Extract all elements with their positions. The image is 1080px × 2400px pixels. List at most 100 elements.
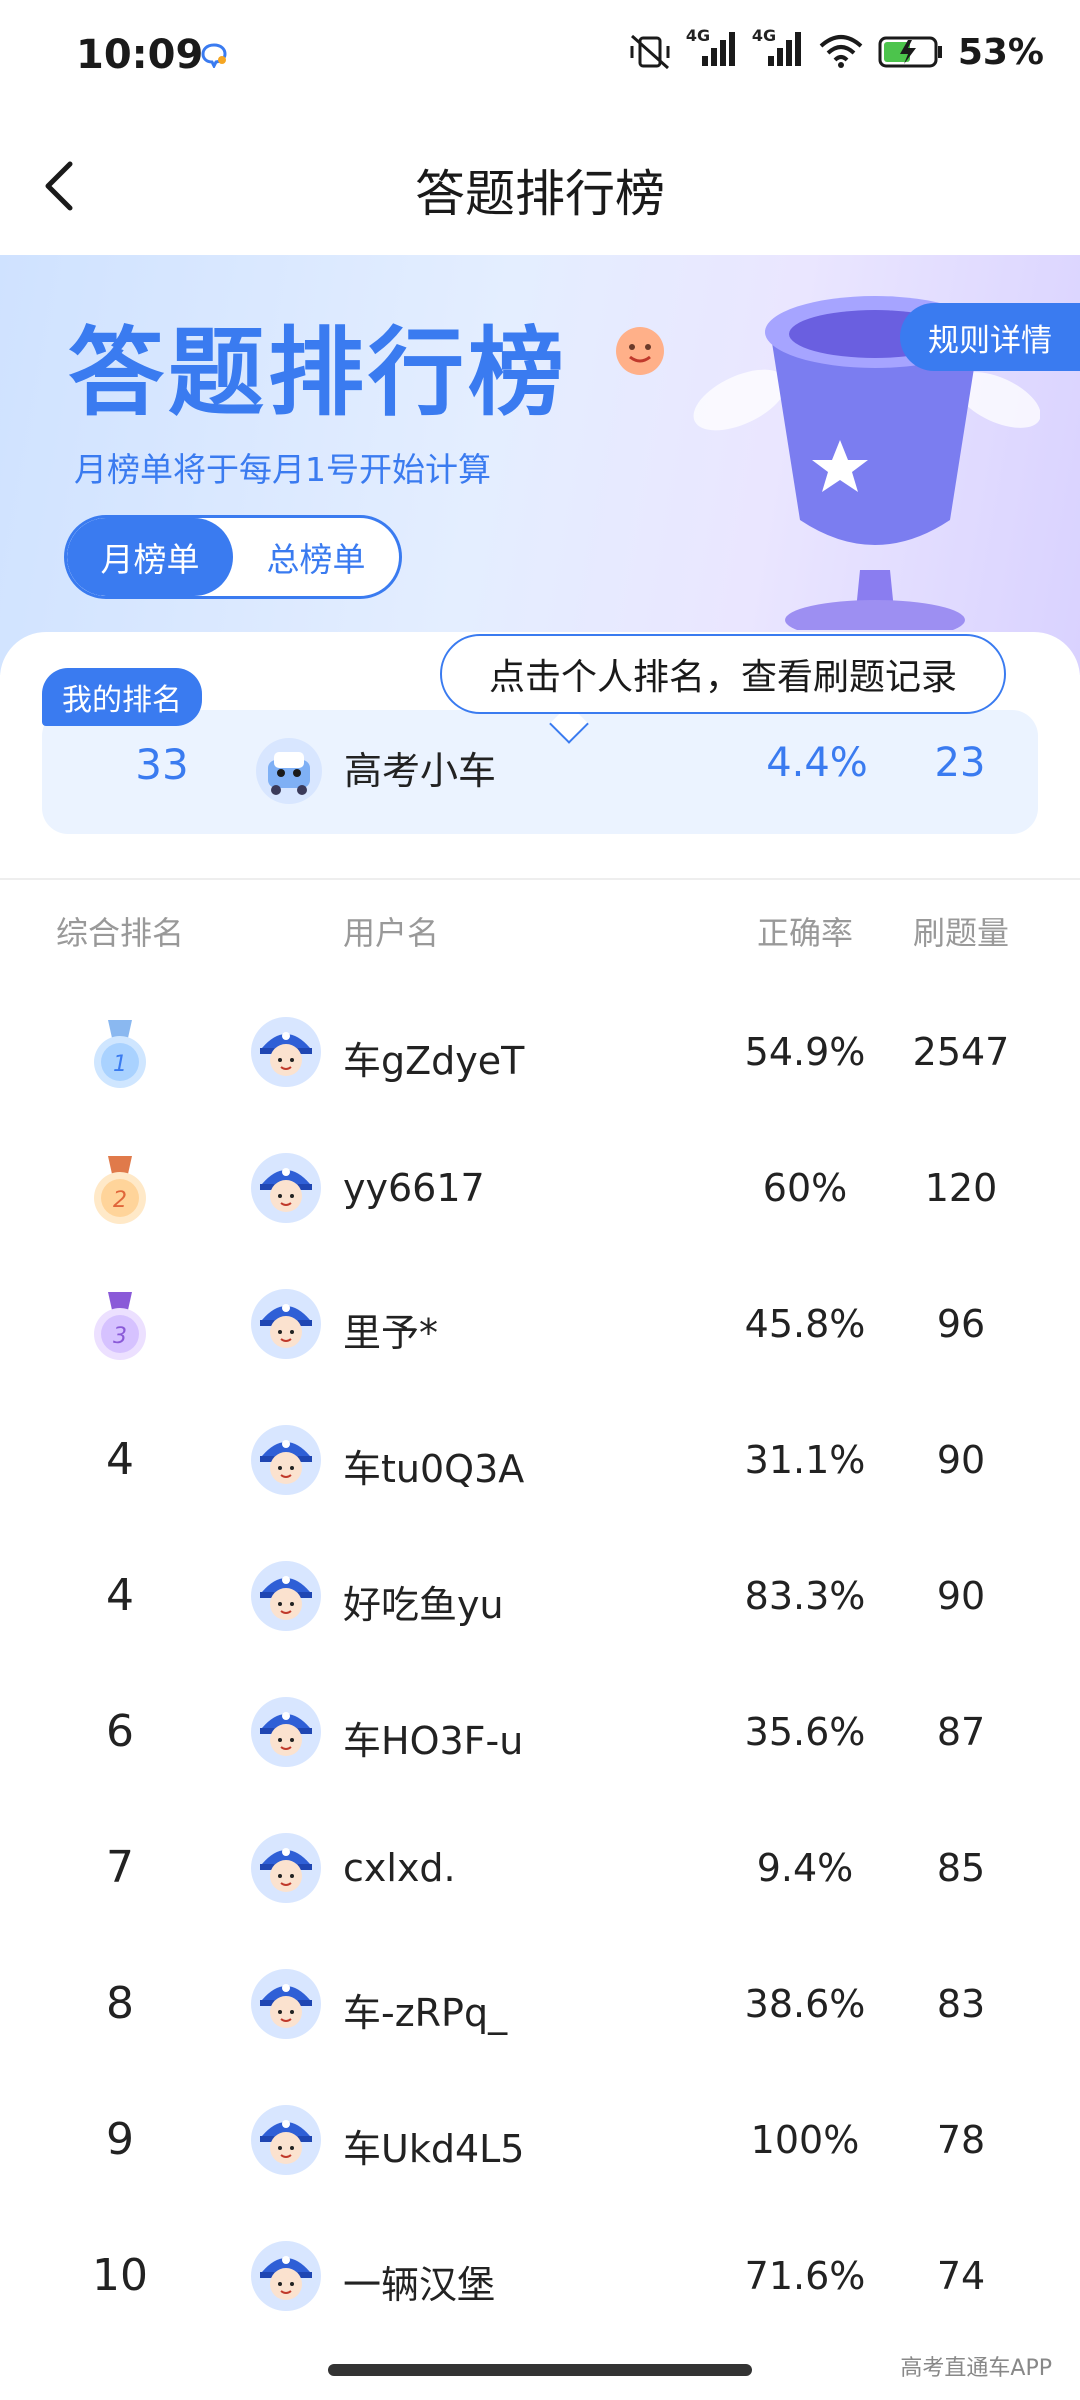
user-avatar-icon [251,1561,321,1631]
emoji-face-icon [616,327,664,375]
question-count: 83 [936,1982,986,2026]
question-count: 90 [936,1438,986,1482]
question-count: 85 [936,1846,986,1890]
status-bar: 10:09 4G 4G 53% [0,0,1080,120]
user-name: 车Ukd4L5 [343,2127,525,2171]
user-avatar-icon [251,2241,321,2311]
my-accuracy: 4.4% [766,740,868,786]
page-title: 答题排行榜 [415,165,665,223]
header-rank: 综合排名 [55,914,184,952]
table-row[interactable]: 3 里予* 45.8% 96 [0,1254,1080,1390]
table-row[interactable]: 9 车Ukd4L5 100% 78 [0,2070,1080,2206]
car-avatar-icon [256,738,322,804]
home-indicator[interactable] [328,2364,752,2376]
user-name: yy6617 [343,1166,485,1210]
table-row[interactable]: 10 一辆汉堡 71.6% 74 [0,2206,1080,2342]
header-count: 刷题量 [912,914,1009,952]
table-row[interactable]: 2 yy6617 60% 120 [0,1118,1080,1254]
accuracy-rate: 9.4% [756,1846,854,1890]
rank-number: 6 [106,1706,134,1757]
user-name: 好吃鱼yu [343,1583,504,1627]
user-name: 车-zRPq_ [343,1991,508,2035]
hero-title: 答题排行榜 [68,317,568,429]
silver-medal-icon: 2 [94,1156,146,1224]
my-name: 高考小车 [344,749,497,793]
rules-detail-button[interactable]: 规则详情 [900,303,1080,371]
table-row[interactable]: 6 车HO3F-u 35.6% 87 [0,1662,1080,1798]
table-row[interactable]: 7 cxlxd. 9.4% 85 [0,1798,1080,1934]
battery-icon [878,36,942,68]
gold-medal-icon: 1 [94,1020,146,1088]
my-rank-value: 33 [135,740,189,789]
my-rank-card[interactable]: 33 高考小车 4.4% 23 [42,710,1038,834]
app-watermark: 高考直通车APP [900,2356,1052,2381]
accuracy-rate: 35.6% [744,1710,866,1754]
question-count: 74 [936,2254,986,2298]
rank-number: 4 [106,1434,134,1485]
ranking-list: 1 车gZdyeT 54.9% 2547 2 yy6617 60% 120 3 … [0,982,1080,2342]
accuracy-rate: 71.6% [744,2254,866,2298]
header-user: 用户名 [343,914,440,952]
user-avatar-icon [251,1697,321,1767]
accuracy-rate: 38.6% [744,1982,866,2026]
header-accuracy: 正确率 [756,914,853,952]
my-rank-badge: 我的排名 [42,668,202,726]
user-avatar-icon [251,2105,321,2175]
hint-tooltip: 点击个人排名，查看刷题记录 [440,634,1006,714]
user-avatar-icon [251,1153,321,1223]
question-count: 78 [936,2118,986,2162]
table-row[interactable]: 4 车tu0Q3A 31.1% 90 [0,1390,1080,1526]
accuracy-rate: 54.9% [744,1030,866,1074]
rank-number: 8 [106,1978,134,2029]
table-row[interactable]: 8 车-zRPq_ 38.6% 83 [0,1934,1080,2070]
divider [0,878,1080,880]
user-avatar-icon [251,1833,321,1903]
question-count: 96 [936,1302,986,1346]
chat-bubble-icon [201,43,227,68]
table-header: 综合排名 用户名 正确率 刷题量 [0,908,1080,968]
title-bar: 答题排行榜 [0,120,1080,255]
user-avatar-icon [251,1289,321,1359]
wifi-icon [819,35,863,68]
user-name: 车HO3F-u [343,1719,524,1763]
user-name: cxlxd. [343,1846,456,1890]
accuracy-rate: 100% [750,2118,860,2162]
battery-level: 53% [957,31,1044,73]
user-avatar-icon [251,1017,321,1087]
rank-number: 10 [92,2250,148,2301]
my-question-count: 23 [934,740,986,786]
question-count: 2547 [912,1030,1010,1074]
user-avatar-icon [251,1969,321,2039]
my-rank-section: 33 高考小车 4.4% 23 我的排名 点击个人排名，查看刷题记录 [0,632,1080,882]
user-avatar-icon [251,1425,321,1495]
ranking-period-toggle: 月榜单 总榜单 [64,515,402,599]
table-row[interactable]: 1 车gZdyeT 54.9% 2547 [0,982,1080,1118]
user-name: 里予* [343,1311,439,1355]
signal-4g-icon: 4G [686,26,738,74]
user-name: 车tu0Q3A [343,1447,525,1491]
rank-number: 7 [106,1842,134,1893]
user-name: 车gZdyeT [343,1039,525,1083]
tab-monthly[interactable]: 月榜单 [67,518,233,596]
svg-text:3: 3 [113,1324,127,1349]
table-row[interactable]: 4 好吃鱼yu 83.3% 90 [0,1526,1080,1662]
hero-banner: 答题排行榜 月榜单将于每月1号开始计算 月榜单 总榜单 规则详情 [0,255,1080,675]
accuracy-rate: 45.8% [744,1302,866,1346]
bronze-medal-icon: 3 [94,1292,146,1360]
hero-subtitle: 月榜单将于每月1号开始计算 [74,450,491,489]
question-count: 120 [924,1166,998,1210]
mute-vibrate-icon [630,34,670,70]
rank-number: 4 [106,1570,134,1621]
accuracy-rate: 60% [762,1166,848,1210]
accuracy-rate: 31.1% [744,1438,866,1482]
accuracy-rate: 83.3% [744,1574,866,1618]
svg-text:1: 1 [113,1052,127,1077]
signal-4g-icon-2: 4G [752,26,804,74]
question-count: 90 [936,1574,986,1618]
user-name: 一辆汉堡 [343,2263,496,2307]
svg-text:2: 2 [113,1188,127,1213]
question-count: 87 [936,1710,986,1754]
status-time: 10:09 [76,32,204,78]
rank-number: 9 [106,2114,134,2165]
tab-overall[interactable]: 总榜单 [233,518,399,596]
